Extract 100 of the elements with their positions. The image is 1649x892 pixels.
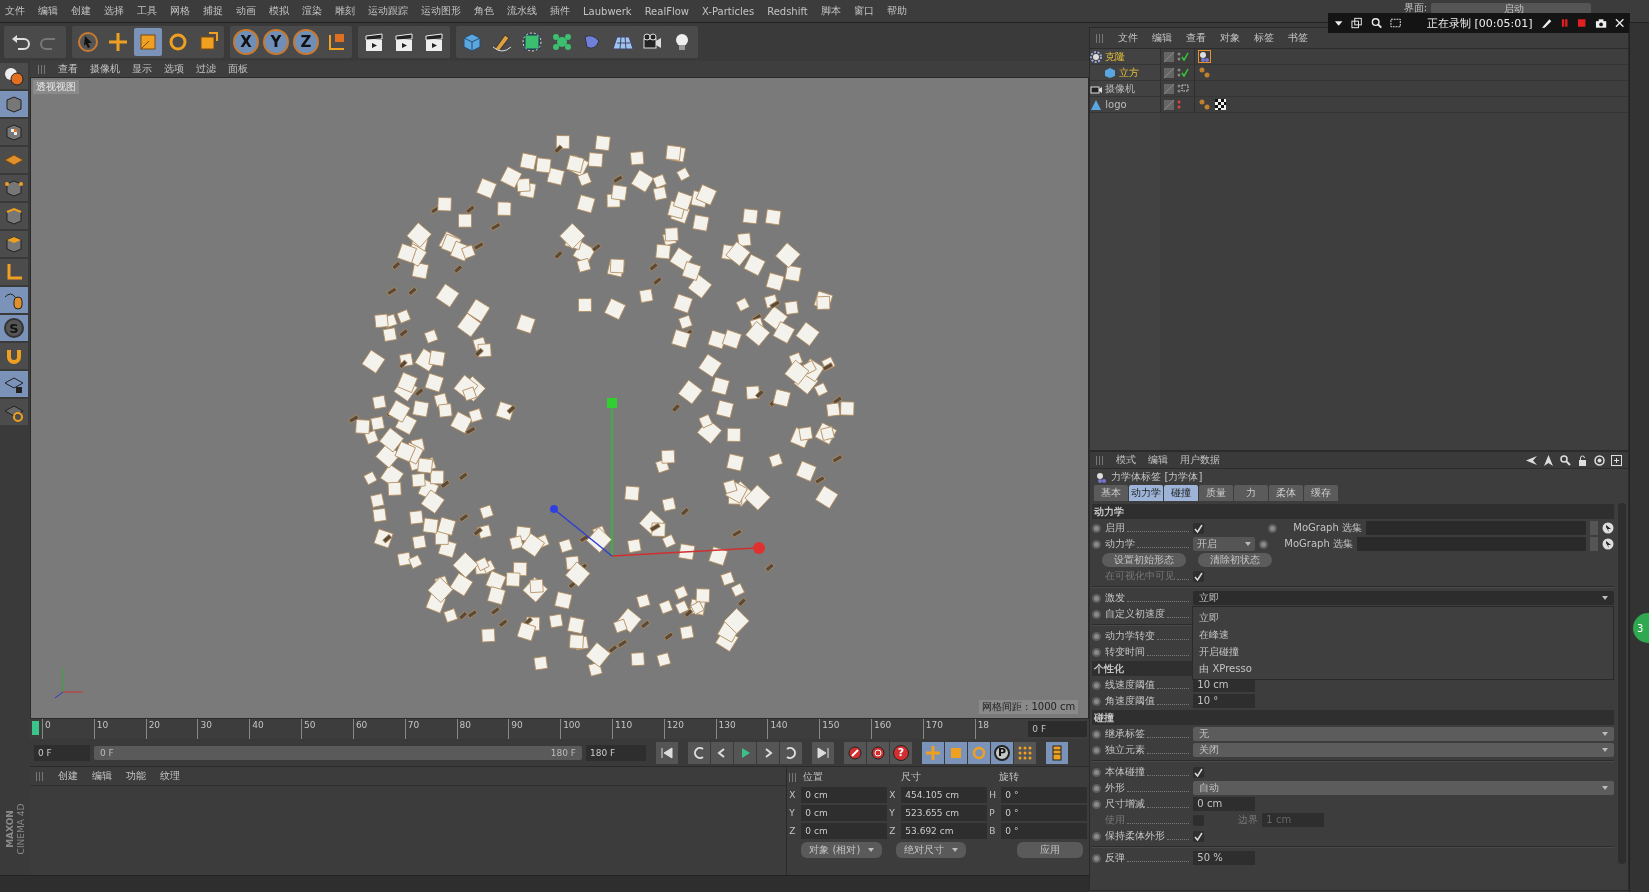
point-key-button[interactable]: P: [994, 744, 1010, 761]
dropdown[interactable]: 无: [1193, 727, 1614, 741]
up-arrow-icon[interactable]: [1543, 454, 1554, 466]
step-back-icon[interactable]: [711, 741, 733, 764]
coordinate-field[interactable]: 454.105 cm: [901, 786, 988, 803]
menu-item[interactable]: 运动图形: [421, 4, 461, 18]
menu-item[interactable]: 创建: [58, 769, 78, 783]
axis-gizmo-drawing[interactable]: [550, 398, 765, 557]
tab[interactable]: 基本: [1094, 485, 1129, 501]
cube-icon[interactable]: [0, 91, 28, 117]
loop-back-icon[interactable]: [688, 741, 710, 764]
screen-area-icon[interactable]: [1389, 17, 1402, 29]
menu-item[interactable]: 编辑: [1152, 31, 1173, 45]
menu-item[interactable]: 脚本: [820, 4, 841, 18]
number-field[interactable]: 10 °: [1193, 694, 1256, 708]
coordinate-field[interactable]: 0 °: [1001, 786, 1088, 803]
axis-lock-button[interactable]: Z: [293, 29, 319, 55]
keyframe-toggle-icon[interactable]: [1092, 831, 1102, 841]
menu-item[interactable]: 编辑: [92, 769, 112, 783]
menu-item[interactable]: 编辑: [38, 4, 58, 18]
tab[interactable]: 质量: [1199, 485, 1234, 501]
object-name[interactable]: 立方: [1119, 65, 1140, 80]
pick-cursor-icon[interactable]: [1602, 522, 1614, 534]
frame-range-slider[interactable]: 0 F 180 F: [94, 745, 582, 760]
menu-item[interactable]: 对象: [1220, 31, 1241, 45]
visibility-dots-icon[interactable]: [1176, 51, 1190, 62]
menu-item[interactable]: X-Particles: [702, 5, 755, 17]
coordinate-field[interactable]: 0 cm: [801, 804, 888, 821]
tab[interactable]: 柔体: [1269, 485, 1304, 501]
menu-item[interactable]: 纹理: [160, 769, 180, 783]
menu-option[interactable]: 开启碰撞: [1193, 643, 1613, 660]
menu-item[interactable]: 网格: [170, 4, 190, 18]
pencil-icon[interactable]: [1540, 17, 1552, 29]
key-help-button[interactable]: ?: [893, 744, 909, 761]
coordinate-field[interactable]: 0 cm: [801, 822, 888, 839]
menu-item[interactable]: 选项: [164, 62, 184, 76]
menu-item[interactable]: 帮助: [886, 4, 907, 18]
play-icon[interactable]: [734, 741, 756, 764]
rotate-key-icon[interactable]: [968, 741, 990, 764]
apply-button[interactable]: 应用: [1017, 842, 1084, 858]
dropdown[interactable]: 绝对尺寸: [896, 842, 967, 858]
menu-item[interactable]: 运动跟踪: [368, 4, 408, 18]
menu-item[interactable]: 插件: [550, 4, 570, 18]
record-key-icon[interactable]: [844, 741, 866, 764]
windows-icon[interactable]: [1351, 17, 1363, 29]
number-field[interactable]: 50 %: [1193, 851, 1256, 865]
menu-item[interactable]: 模拟: [269, 4, 289, 18]
start-frame-field[interactable]: 0 F: [34, 744, 90, 761]
playhead-marker[interactable]: [32, 721, 39, 735]
dot-grid-icon[interactable]: [1014, 741, 1036, 764]
menu-item[interactable]: 文件: [5, 4, 25, 18]
dynamics-tag-icon[interactable]: [1198, 50, 1212, 63]
tab[interactable]: 碰撞: [1164, 485, 1199, 501]
material-tag-icon[interactable]: [1214, 98, 1228, 111]
skip-start-icon[interactable]: [656, 741, 678, 764]
number-field[interactable]: 0 cm: [1193, 797, 1256, 811]
axis-corner-icon[interactable]: [0, 259, 28, 285]
menu-item[interactable]: 流水线: [507, 4, 537, 18]
stop-icon[interactable]: [1577, 18, 1587, 28]
mouse-icon[interactable]: [0, 287, 28, 313]
visibility-dots-icon[interactable]: [1176, 83, 1190, 94]
dropdown[interactable]: 关闭: [1193, 743, 1614, 757]
menu-option[interactable]: 由 XPresso: [1193, 660, 1613, 677]
menu-item[interactable]: 动画: [236, 4, 256, 18]
step-forward-icon[interactable]: [757, 741, 779, 764]
action-button[interactable]: 清除初状态: [1198, 553, 1273, 567]
tab[interactable]: 缓存: [1304, 485, 1339, 501]
grid-cycle-icon[interactable]: [0, 399, 28, 425]
menu-option[interactable]: 立即: [1193, 609, 1613, 626]
checkbox[interactable]: [1193, 522, 1205, 534]
dropdown[interactable]: 自动: [1193, 781, 1614, 795]
menu-item[interactable]: 捕捉: [203, 4, 223, 18]
menu-item[interactable]: 查看: [58, 62, 78, 76]
cube-edges-icon[interactable]: [0, 203, 28, 229]
object-name[interactable]: logo: [1105, 99, 1127, 110]
action-button[interactable]: 设置初始形态: [1102, 553, 1187, 567]
menu-item[interactable]: 选择: [104, 4, 124, 18]
layer-toggle-icon[interactable]: [1164, 67, 1175, 78]
menu-item[interactable]: 创建: [71, 4, 91, 18]
tab[interactable]: 动力学: [1129, 485, 1164, 501]
layer-toggle-icon[interactable]: [1164, 99, 1175, 110]
tab[interactable]: 力: [1234, 485, 1269, 501]
search-icon[interactable]: [1370, 17, 1382, 29]
search-icon[interactable]: [1560, 454, 1571, 466]
skip-end-icon[interactable]: [812, 741, 834, 764]
coordinate-field[interactable]: 0 cm: [801, 786, 888, 803]
object-name[interactable]: 克隆: [1105, 49, 1126, 64]
locked-grid-icon[interactable]: [0, 371, 28, 397]
menu-item[interactable]: 显示: [132, 62, 152, 76]
pick-cursor-icon[interactable]: [1602, 538, 1614, 550]
dropdown[interactable]: 立即: [1193, 591, 1614, 605]
film-strip-icon[interactable]: [1046, 741, 1068, 764]
menu-item[interactable]: 摄像机: [90, 62, 120, 76]
menu-item[interactable]: 查看: [1186, 31, 1207, 45]
move-key-icon[interactable]: [922, 741, 944, 764]
axis-lock-button[interactable]: Y: [263, 29, 289, 55]
menu-item[interactable]: 窗口: [853, 4, 874, 18]
menu-item[interactable]: RealFlow: [644, 5, 689, 17]
phong-tag-icon[interactable]: [1198, 66, 1212, 79]
auto-key-icon[interactable]: [867, 741, 889, 764]
